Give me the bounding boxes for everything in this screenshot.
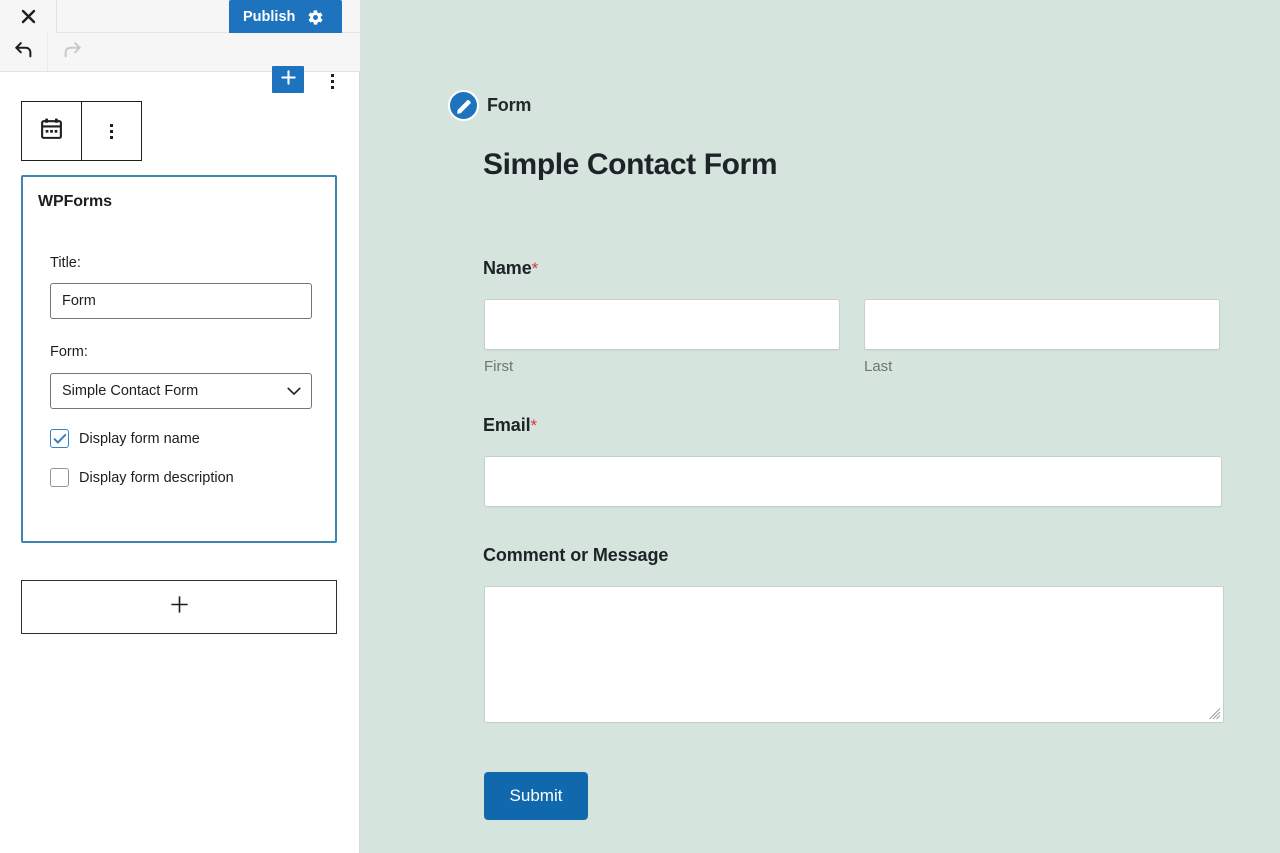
editor-options-button[interactable] (318, 66, 346, 96)
comment-textarea[interactable] (484, 586, 1224, 723)
publish-button[interactable]: Publish (229, 0, 342, 34)
form-title: Simple Contact Form (483, 148, 778, 181)
block-more-options-button[interactable] (82, 102, 142, 160)
editor-pane: Publish WPForms Title: Form Form: Simple… (0, 0, 360, 853)
selected-block-label: Form (487, 95, 532, 115)
required-marker: * (531, 259, 539, 278)
title-input[interactable] (50, 283, 312, 319)
email-field-label: Email* (483, 415, 537, 436)
name-first-sublabel: First (484, 358, 514, 375)
redo-icon (61, 40, 83, 65)
block-type-button[interactable] (22, 102, 82, 160)
block-toolbar (21, 101, 142, 161)
display-form-description-checkbox[interactable] (50, 468, 69, 487)
ellipsis-vertical-icon (330, 73, 334, 89)
name-label-text: Name (483, 258, 532, 278)
submit-button[interactable]: Submit (484, 772, 588, 820)
email-input[interactable] (484, 456, 1222, 507)
display-form-description-checkbox-row[interactable]: Display form description (50, 468, 234, 487)
undo-icon (13, 40, 35, 65)
required-marker: * (530, 416, 538, 435)
editor-header: Publish (0, 0, 360, 34)
close-icon (20, 8, 37, 25)
display-form-name-checkbox[interactable] (50, 429, 69, 448)
editor-toolbar (0, 33, 360, 93)
undo-button[interactable] (0, 33, 48, 71)
plus-icon (169, 594, 190, 620)
email-label-text: Email (483, 415, 531, 435)
display-form-name-label: Display form name (79, 430, 200, 447)
display-form-description-label: Display form description (79, 469, 234, 486)
close-editor-button[interactable] (0, 0, 57, 33)
name-field-label: Name* (483, 258, 538, 279)
form-select-value: Simple Contact Form (62, 383, 199, 399)
gear-icon[interactable] (307, 9, 324, 26)
name-first-input[interactable] (484, 299, 840, 350)
selected-block-indicator: Form (448, 90, 531, 121)
display-form-name-checkbox-row[interactable]: Display form name (50, 429, 200, 448)
name-last-sublabel: Last (864, 358, 893, 375)
wpforms-block-card[interactable]: WPForms Title: Form: Simple Contact Form (21, 175, 337, 543)
redo-button[interactable] (48, 33, 96, 71)
publish-button-label: Publish (243, 9, 296, 25)
form-preview-pane: Form Simple Contact Form Name* First Las… (360, 0, 1280, 853)
calendar-form-icon (39, 116, 64, 146)
title-field-label: Title: (50, 255, 81, 271)
form-select-label: Form: (50, 344, 88, 360)
pencil-edit-icon[interactable] (448, 90, 479, 121)
plus-icon (279, 68, 298, 92)
resize-handle-icon[interactable] (1208, 707, 1221, 720)
form-select[interactable]: Simple Contact Form (50, 373, 312, 409)
ellipsis-vertical-icon (109, 123, 113, 139)
add-block-toolbar-button[interactable] (272, 66, 304, 93)
comment-field-label: Comment or Message (483, 545, 669, 565)
wpforms-block-title: WPForms (38, 193, 112, 210)
wordpress-block-editor: Publish WPForms Title: Form Form: Simple… (0, 0, 1280, 853)
name-last-input[interactable] (864, 299, 1220, 350)
add-block-placeholder[interactable] (21, 580, 337, 634)
